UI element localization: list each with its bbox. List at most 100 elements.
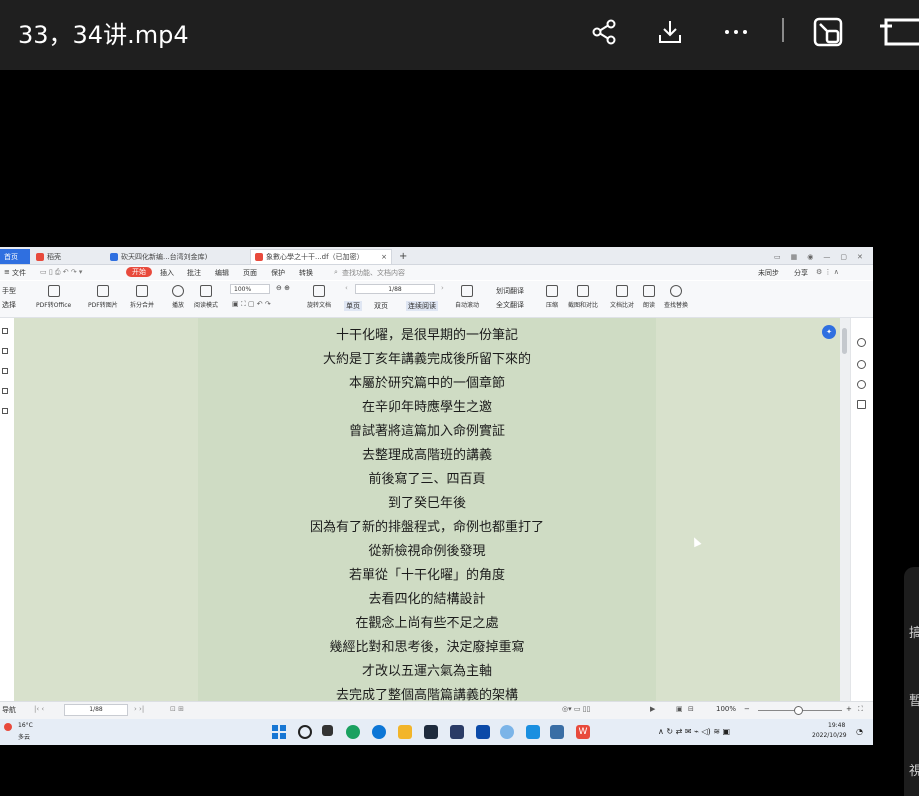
continuous-read-button[interactable]: 连续阅读 xyxy=(406,301,438,311)
vertical-scrollbar[interactable] xyxy=(840,318,850,701)
app-icon[interactable] xyxy=(450,725,464,739)
comment-icon[interactable] xyxy=(2,368,8,374)
prev-page-icon[interactable]: ‹ xyxy=(345,284,348,292)
settings-icon[interactable] xyxy=(857,360,866,369)
zoom-out-icon[interactable]: − xyxy=(744,705,750,713)
menu-insert[interactable]: 插入 xyxy=(160,268,174,278)
full-translate-button[interactable]: 全文翻译 xyxy=(496,300,524,310)
search-input[interactable]: 查找功能、文档内容 xyxy=(342,268,405,278)
picture-in-picture-button[interactable] xyxy=(810,14,846,50)
tab-pdf-active[interactable]: 象數心學之十干...df（已加密） × xyxy=(250,249,392,264)
compress-button[interactable]: 压缩 xyxy=(546,285,558,309)
page-nav-next-icons[interactable]: › ›| xyxy=(134,705,144,713)
select-tool[interactable]: 选择 xyxy=(2,300,16,310)
app-icon[interactable] xyxy=(500,725,514,739)
play-button[interactable]: 播放 xyxy=(172,285,184,309)
fullscreen-icon[interactable]: ⛶ xyxy=(858,705,863,714)
wps-icon[interactable]: W xyxy=(576,725,590,739)
menu-page[interactable]: 页面 xyxy=(243,268,257,278)
quick-access-icons[interactable]: ▭ ▯ ⎙ ↶ ↷ ▾ xyxy=(40,268,82,277)
terminal-icon[interactable] xyxy=(424,725,438,739)
window-button[interactable] xyxy=(876,14,919,50)
help-icon[interactable] xyxy=(857,380,866,389)
layout-icon[interactable]: ▭ xyxy=(774,253,781,261)
search-icon[interactable]: ⌕ xyxy=(334,268,338,277)
view-mode-icons[interactable]: ◎▾ ▭ ▯▯ xyxy=(562,705,590,713)
photos-icon[interactable] xyxy=(526,725,540,739)
document-canvas[interactable]: 十干化曜，是很早期的一份筆記 大約是丁亥年講義完成後所留下來的 本屬於研究篇中的… xyxy=(14,318,840,701)
more-button[interactable] xyxy=(718,14,754,50)
tab-pdf-1[interactable]: 砍天四化新编...台湾刘金库) xyxy=(106,249,246,264)
app-icon[interactable] xyxy=(476,725,490,739)
read-aloud-button[interactable]: 朗读 xyxy=(643,285,655,309)
pdf-to-image-button[interactable]: PDF转图片 xyxy=(88,285,118,309)
nav-panel-button[interactable]: 导航 xyxy=(2,705,16,715)
menu-hamburger-icon[interactable]: ≡ xyxy=(4,268,10,276)
rotate-doc-button[interactable]: 旋转文档 xyxy=(307,285,331,309)
bookmark-icon[interactable] xyxy=(2,328,8,334)
word-translate-button[interactable]: 划词翻译 xyxy=(496,286,524,296)
close-icon[interactable]: ✕ xyxy=(857,253,863,261)
wechat-icon[interactable] xyxy=(346,725,360,739)
minimize-icon[interactable]: — xyxy=(823,253,830,261)
edge-icon[interactable] xyxy=(372,725,386,739)
zoom-in-icon[interactable] xyxy=(857,338,866,347)
sync-status[interactable]: 未同步 xyxy=(758,268,779,278)
page-nav-icons[interactable]: |‹ ‹ xyxy=(34,705,44,713)
page-layout-icon[interactable]: ▣ xyxy=(676,705,683,713)
attachment-icon[interactable] xyxy=(2,408,8,414)
avatar[interactable]: ◉ xyxy=(807,253,813,261)
reading-mode-button[interactable]: 阅读模式 xyxy=(194,285,218,309)
menu-comment[interactable]: 批注 xyxy=(187,268,201,278)
download-button[interactable] xyxy=(652,14,688,50)
zoom-in-icon[interactable]: + xyxy=(846,705,852,713)
scrollbar-thumb[interactable] xyxy=(842,328,847,354)
tab-home[interactable]: 首页 xyxy=(0,249,30,264)
notification-icon[interactable]: ◔ xyxy=(856,727,863,736)
status-zoom[interactable]: 100% xyxy=(716,705,736,713)
page-number-input[interactable]: 1/88 xyxy=(355,284,435,294)
ai-assistant-icon[interactable]: ✦ xyxy=(822,325,836,339)
share-button[interactable]: 分享 xyxy=(794,268,808,278)
page-view-icons[interactable]: ▣ ⛶ ▢ ↶ ↷ xyxy=(232,300,271,309)
zoom-select[interactable]: 100% xyxy=(230,284,270,294)
auto-scroll-button[interactable]: 自动滚动 xyxy=(455,285,479,309)
grid-icon[interactable]: ▦ xyxy=(791,253,798,261)
fit-icons[interactable]: ⊡ ⊞ xyxy=(170,705,184,713)
new-tab-button[interactable]: + xyxy=(395,249,409,264)
pdf-to-office-button[interactable]: PDF转Office xyxy=(36,285,71,309)
split-merge-button[interactable]: 拆分合并 xyxy=(130,285,154,309)
status-page-input[interactable]: 1/88 xyxy=(64,704,128,716)
app-icon[interactable] xyxy=(550,725,564,739)
file-explorer-icon[interactable] xyxy=(398,725,412,739)
next-page-icon[interactable]: › xyxy=(441,284,444,292)
zoom-controls[interactable]: ⊖ ⊕ xyxy=(276,284,290,292)
double-page-button[interactable]: 双页 xyxy=(374,301,388,311)
maximize-icon[interactable]: ▢ xyxy=(840,253,847,261)
menu-start[interactable]: 开始 xyxy=(126,267,152,277)
hand-tool[interactable]: 手型 xyxy=(2,286,16,296)
fit-width-icon[interactable]: ⊟ xyxy=(688,705,694,713)
screenshot-compare-button[interactable]: 截图和对比 xyxy=(568,285,598,309)
adjust-icon[interactable] xyxy=(857,400,866,409)
zoom-slider-thumb[interactable] xyxy=(794,706,803,715)
doc-compare-button[interactable]: 文档比对 xyxy=(610,285,634,309)
start-icon[interactable] xyxy=(272,725,286,739)
menu-edit[interactable]: 编辑 xyxy=(215,268,229,278)
menu-extra-icons[interactable]: ⚙ ⋮ ∧ xyxy=(816,268,839,276)
menu-file[interactable]: 文件 xyxy=(12,268,26,278)
tab-docer[interactable]: 稻壳 xyxy=(32,249,104,264)
menu-protect[interactable]: 保护 xyxy=(271,268,285,278)
share-button[interactable] xyxy=(586,14,622,50)
close-icon[interactable]: × xyxy=(381,253,387,261)
play-slideshow-icon[interactable]: ▶ xyxy=(650,705,655,713)
pen-icon[interactable] xyxy=(2,388,8,394)
search-icon[interactable] xyxy=(298,725,312,739)
single-page-button[interactable]: 单页 xyxy=(344,301,362,311)
task-view-icon[interactable] xyxy=(322,725,333,736)
find-replace-button[interactable]: 查找替换 xyxy=(664,285,688,309)
weather-icon[interactable] xyxy=(4,723,12,731)
thumbnail-icon[interactable] xyxy=(2,348,8,354)
system-tray-icons[interactable]: ∧ ↻ ⇄ ✉ ⌁ ◁) ≋ ▣ xyxy=(658,727,730,736)
menu-convert[interactable]: 转换 xyxy=(299,268,313,278)
